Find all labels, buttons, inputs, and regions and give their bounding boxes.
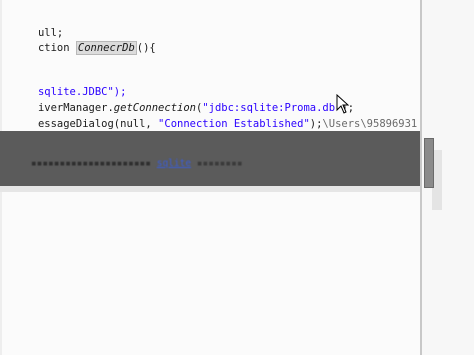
console-link[interactable]: sqlite	[157, 158, 191, 169]
code-string: "Connection Established"	[158, 118, 310, 130]
code-text: essageDialog(null,	[37, 118, 159, 130]
console-output: ▪▪▪▪▪▪▪▪▪▪▪▪▪▪▪▪▪▪▪▪▪ sqlite ▪▪▪▪▪▪▪▪	[30, 158, 243, 169]
code-text: (){	[136, 42, 156, 54]
code-text: );	[309, 118, 323, 130]
console-panel-border	[0, 186, 474, 192]
console-scrollbar-thumb[interactable]	[424, 138, 434, 188]
code-line-5: essageDialog(null, "Connection Establish…	[0, 103, 417, 130]
mouse-pointer-icon	[336, 94, 350, 114]
code-text: ction	[37, 42, 76, 54]
code-line-4: iverManager.getConnection("jdbc:sqlite:P…	[0, 87, 354, 114]
code-line-3: sqlite.JDBC");	[0, 71, 127, 98]
code-line-2: ction ConnecrDb(){	[0, 27, 156, 55]
method-name-highlight[interactable]: ConnecrDb	[75, 41, 137, 55]
code-comment: \Users\95896931	[322, 118, 418, 130]
code-line-1: ull;	[0, 12, 63, 39]
screen: ull; ction ConnecrDb(){ sqlite.JDBC"); i…	[0, 0, 474, 355]
